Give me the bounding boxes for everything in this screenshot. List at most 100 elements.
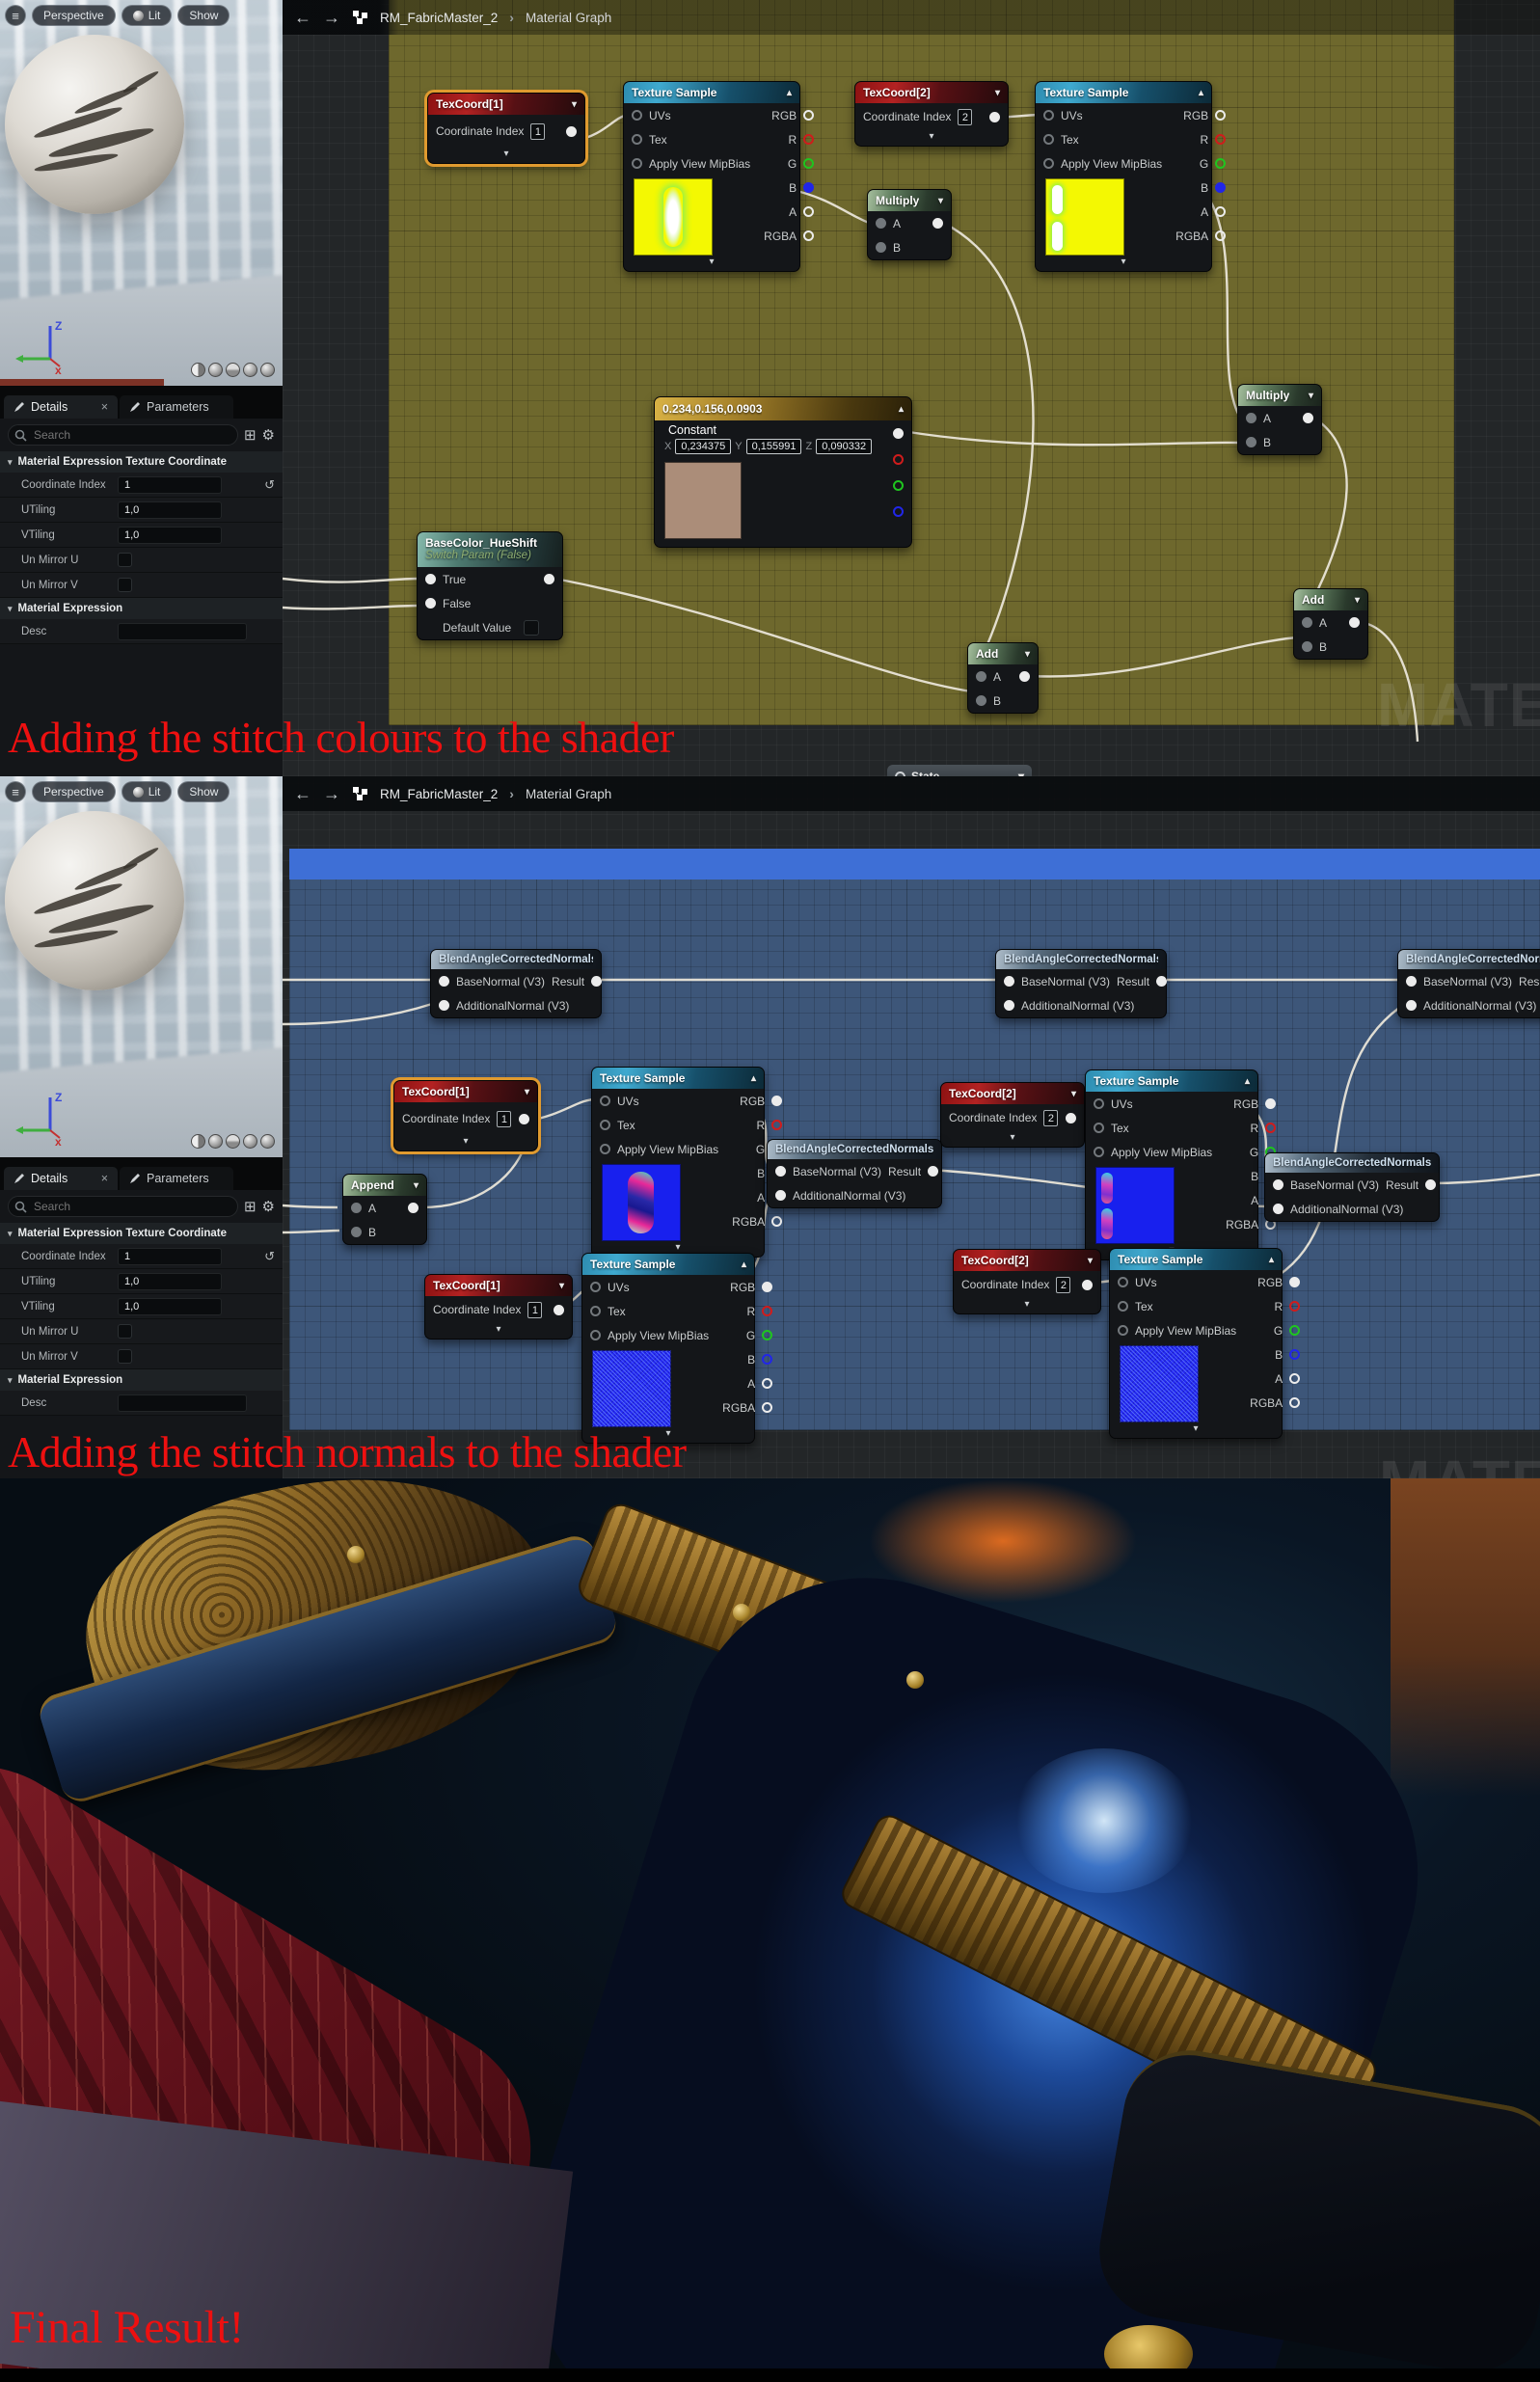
output-pin[interactable] — [893, 428, 904, 439]
node-header[interactable]: BlendAngleCorrectedNormals — [1398, 950, 1540, 969]
input-pin-apply-view-mipbias[interactable] — [600, 1144, 610, 1154]
coordinate-index-value[interactable]: 2 — [1043, 1109, 1059, 1126]
chevron-down-icon[interactable]: ▾ — [1025, 649, 1030, 660]
node-texsample[interactable]: Texture Sample ▴ UVs Tex Apply View MipBias R… — [623, 81, 815, 272]
node-header[interactable]: State ▾ — [887, 765, 1032, 776]
chevron-up-icon[interactable]: ▴ — [751, 1073, 756, 1084]
input-pin-apply-view-mipbias[interactable] — [632, 158, 642, 169]
close-icon[interactable]: × — [101, 400, 108, 414]
node-header[interactable]: TexCoord[2] ▾ — [954, 1250, 1100, 1271]
back-icon[interactable]: ← — [294, 785, 311, 802]
input-pin-tex[interactable] — [1118, 1301, 1128, 1312]
input-pin-tex[interactable] — [590, 1306, 601, 1316]
output-pin-rgba[interactable] — [1215, 230, 1227, 241]
input-pin-additionalnormal[interactable] — [439, 1000, 449, 1011]
chevron-up-icon[interactable]: ▴ — [1269, 1255, 1274, 1265]
output-pin[interactable] — [519, 1113, 529, 1124]
output-pin-b[interactable] — [1215, 182, 1227, 193]
output-pin[interactable] — [544, 574, 554, 584]
input-pin-a[interactable] — [876, 218, 886, 229]
reset-icon[interactable]: ↺ — [264, 1249, 275, 1264]
chevron-up-icon[interactable]: ▴ — [899, 404, 904, 415]
coordinate-index-value[interactable]: 2 — [958, 108, 973, 125]
input-pin-apply-view-mipbias[interactable] — [590, 1330, 601, 1340]
preview-shape-icons[interactable] — [191, 1134, 275, 1149]
output-pin-g[interactable] — [1215, 158, 1227, 169]
output-pin-r[interactable] — [1265, 1123, 1277, 1133]
input-pin-b[interactable] — [876, 242, 886, 253]
output-pin-g[interactable] — [803, 158, 815, 169]
node-op[interactable]: Add ▾ A B — [967, 642, 1039, 714]
value-field[interactable]: 1,0 — [118, 501, 222, 519]
node-bacn[interactable]: BlendAngleCorrectedNormals BaseNormal (V3… — [767, 1139, 942, 1208]
output-pin-rgba[interactable] — [771, 1216, 783, 1227]
output-pin-rgb[interactable] — [762, 1282, 773, 1292]
chevron-down-icon[interactable]: ▾ — [1309, 391, 1313, 401]
coordinate-index-value[interactable]: 1 — [497, 1110, 512, 1127]
texture-preview[interactable] — [602, 1164, 681, 1241]
node-header[interactable]: TexCoord[1] ▾ — [428, 94, 584, 115]
node-texcoord[interactable]: TexCoord[2] ▾ Coordinate Index 2 ▾ — [854, 81, 1009, 147]
chevron-down-icon[interactable]: ▾ — [1088, 1256, 1093, 1266]
output-pin-rgb[interactable] — [803, 110, 815, 121]
close-icon[interactable]: × — [101, 1172, 108, 1185]
input-pin-apply-view-mipbias[interactable] — [1118, 1325, 1128, 1336]
output-pin-a[interactable] — [803, 206, 815, 217]
chevron-down-icon[interactable]: ▾ — [1018, 770, 1024, 776]
constant-value[interactable]: 0,234375 — [675, 439, 732, 454]
input-pin-apply-view-mipbias[interactable] — [1094, 1147, 1104, 1157]
input-pin-basenormal[interactable] — [1004, 976, 1014, 987]
node-header[interactable]: Texture Sample ▴ — [592, 1068, 764, 1089]
input-pin-additionalnormal[interactable] — [1273, 1204, 1283, 1214]
tab-parameters[interactable]: Parameters — [120, 1167, 233, 1190]
section-header[interactable]: ▾ Material Expression Texture Coordinate — [0, 451, 283, 473]
node-bacn[interactable]: BlendAngleCorrectedNormals BaseNormal (V3… — [995, 949, 1168, 1018]
output-pin-b[interactable] — [1289, 1349, 1301, 1360]
node-texsample[interactable]: Texture Sample ▴ UVs Tex Apply View MipBias R… — [1085, 1069, 1277, 1260]
input-pin-basenormal[interactable] — [1406, 976, 1417, 987]
output-pin-rgba[interactable] — [803, 230, 815, 241]
output-pin-a[interactable] — [762, 1378, 773, 1389]
output-pin-b[interactable] — [762, 1354, 773, 1365]
node-header[interactable]: TexCoord[2] ▾ — [941, 1083, 1084, 1104]
texture-preview[interactable] — [1120, 1345, 1199, 1422]
input-pin-additionalnormal[interactable] — [1004, 1000, 1014, 1011]
chevron-down-icon[interactable]: ▾ — [995, 88, 1000, 98]
chevron-down-icon[interactable]: ▾ — [572, 99, 577, 110]
checkbox[interactable] — [118, 578, 132, 592]
output-pin-g[interactable] — [762, 1330, 773, 1340]
input-pin-uvs[interactable] — [1094, 1098, 1104, 1109]
texture-preview[interactable] — [592, 1350, 671, 1427]
chevron-up-icon[interactable]: ▴ — [1245, 1076, 1250, 1087]
input-pin-uvs[interactable] — [600, 1096, 610, 1106]
viewport-button-show[interactable]: Show — [177, 781, 230, 802]
node-constant[interactable]: 0.234,0.156,0.0903 ▴ Constant X 0,234375 Y 0,1… — [654, 396, 912, 548]
forward-icon[interactable]: → — [323, 785, 340, 802]
texture-preview[interactable] — [1095, 1167, 1175, 1244]
node-header[interactable]: TexCoord[1] ▾ — [425, 1275, 572, 1296]
output-pin[interactable] — [989, 111, 1000, 122]
grid-icon[interactable]: ⊞ — [244, 426, 257, 444]
graph-icon[interactable] — [352, 786, 368, 801]
viewport-3d[interactable]: ≡ Perspective Lit Show Z x — [0, 0, 283, 386]
output-pin[interactable] — [566, 125, 577, 137]
input-pin-b[interactable] — [1246, 437, 1256, 447]
output-pin[interactable] — [1066, 1112, 1076, 1123]
node-header[interactable]: BlendAngleCorrectedNormals — [431, 950, 601, 969]
chevron-down-icon[interactable]: ▾ — [1071, 1089, 1076, 1099]
collapse-chevron-icon[interactable]: ▾ — [428, 148, 584, 163]
input-pin-uvs[interactable] — [1043, 110, 1054, 121]
input-pin-uvs[interactable] — [1118, 1277, 1128, 1287]
value-field[interactable] — [118, 1394, 247, 1412]
node-texcoord[interactable]: TexCoord[2] ▾ Coordinate Index 2 ▾ — [953, 1249, 1101, 1314]
hamburger-icon[interactable]: ≡ — [5, 781, 26, 802]
value-field[interactable]: 1 — [118, 475, 222, 494]
output-pin-result[interactable] — [1425, 1179, 1437, 1190]
section-header[interactable]: ▾ Material Expression Texture Coordinate — [0, 1223, 283, 1244]
value-field[interactable]: 1 — [118, 1247, 222, 1265]
input-pin-basenormal[interactable] — [1273, 1179, 1283, 1190]
viewport-button-lit[interactable]: Lit — [121, 5, 173, 26]
coordinate-index-value[interactable]: 2 — [1056, 1276, 1071, 1293]
input-pin-true[interactable] — [425, 574, 436, 584]
node-header[interactable]: BlendAngleCorrectedNormals — [768, 1140, 941, 1159]
